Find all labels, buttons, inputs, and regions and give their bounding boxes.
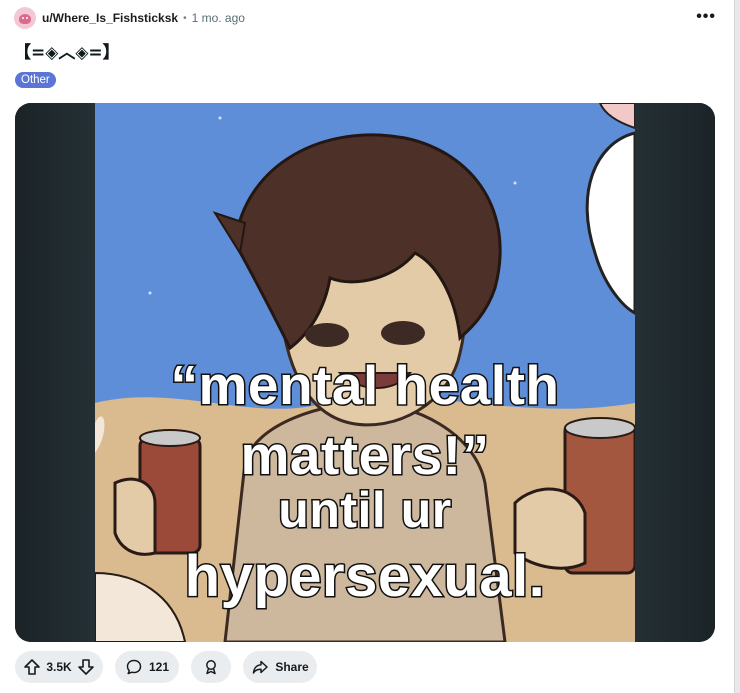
- upvote-icon[interactable]: [23, 658, 41, 676]
- post-actions: 3.5K 121 Share: [15, 651, 329, 683]
- award-button[interactable]: [191, 651, 231, 683]
- avatar[interactable]: [14, 7, 36, 29]
- post-flair[interactable]: Other: [15, 72, 56, 88]
- meme-caption-line-1: “mental health: [169, 353, 561, 418]
- more-options-icon[interactable]: •••: [696, 7, 716, 27]
- separator-dot: •: [183, 12, 187, 24]
- meme-caption-line-2: matters!”: [239, 423, 491, 488]
- vote-bar: 3.5K: [15, 651, 103, 683]
- post-timestamp: 1 mo. ago: [191, 11, 245, 25]
- meme-caption-line-3: until ur: [277, 481, 453, 540]
- comment-icon: [125, 658, 143, 676]
- share-button[interactable]: Share: [243, 651, 317, 683]
- share-icon: [251, 658, 269, 676]
- post-header: u/Where_Is_Fishsticksk • 1 mo. ago •••: [14, 7, 720, 29]
- post-title[interactable]: 【=◈︿◈=】: [14, 38, 120, 63]
- author-link[interactable]: u/Where_Is_Fishsticksk: [42, 11, 178, 25]
- page-scrollbar[interactable]: [734, 0, 740, 693]
- share-label: Share: [275, 660, 309, 674]
- award-icon: [202, 658, 220, 676]
- comments-button[interactable]: 121: [115, 651, 179, 683]
- comment-count: 121: [148, 660, 170, 674]
- media-blur-left: [15, 103, 95, 642]
- meme-image[interactable]: “mental health matters!” until ur hypers…: [95, 103, 635, 642]
- vote-count: 3.5K: [46, 660, 72, 674]
- meme-caption-line-4: hypersexual.: [183, 543, 546, 611]
- post-media[interactable]: “mental health matters!” until ur hypers…: [15, 103, 715, 642]
- media-blur-right: [635, 103, 715, 642]
- downvote-icon[interactable]: [77, 658, 95, 676]
